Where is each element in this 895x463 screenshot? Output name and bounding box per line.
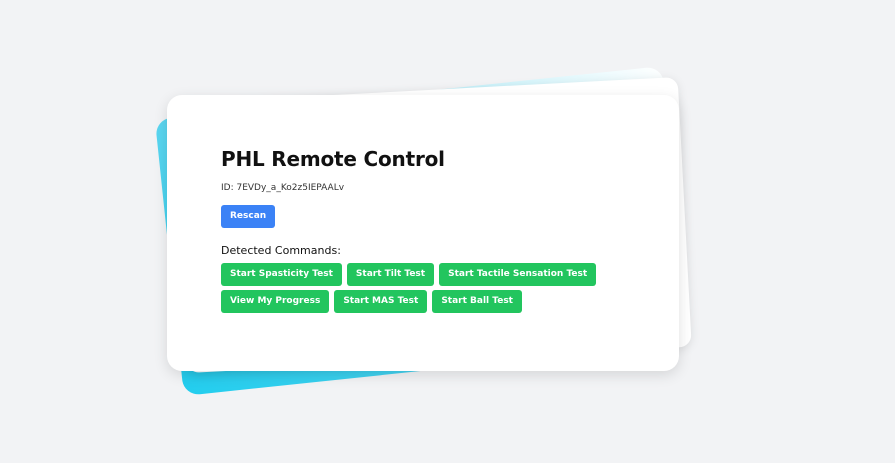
- remote-control-card: PHL Remote Control ID: 7EVDy_a_Ko2z5IEPA…: [167, 95, 679, 371]
- command-list: Start Spasticity Test Start Tilt Test St…: [221, 263, 597, 313]
- rescan-button[interactable]: Rescan: [221, 205, 276, 228]
- start-tilt-test-button[interactable]: Start Tilt Test: [346, 263, 435, 286]
- view-my-progress-button[interactable]: View My Progress: [221, 290, 330, 313]
- start-mas-test-button[interactable]: Start MAS Test: [334, 290, 428, 313]
- start-ball-test-button[interactable]: Start Ball Test: [432, 290, 522, 313]
- command-row: Start Spasticity Test Start Tilt Test St…: [221, 263, 597, 286]
- detected-commands-heading: Detected Commands:: [221, 244, 341, 257]
- page-title: PHL Remote Control: [221, 147, 445, 171]
- start-tactile-sensation-test-button[interactable]: Start Tactile Sensation Test: [439, 263, 597, 286]
- command-row: View My Progress Start MAS Test Start Ba…: [221, 290, 551, 313]
- start-spasticity-test-button[interactable]: Start Spasticity Test: [221, 263, 342, 286]
- card-content: PHL Remote Control ID: 7EVDy_a_Ko2z5IEPA…: [221, 147, 659, 317]
- device-id: ID: 7EVDy_a_Ko2z5IEPAALv: [221, 183, 345, 193]
